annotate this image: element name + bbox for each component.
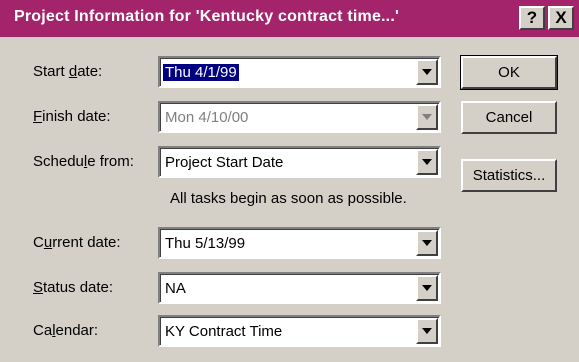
calendar-dropdown-button[interactable] [416,318,438,344]
help-button[interactable]: ? [519,6,545,30]
dialog-title: Project Information for 'Kentucky contra… [14,8,399,25]
chevron-down-icon [422,114,432,120]
finish-date-label: Finish date: [33,108,111,125]
title-bar[interactable]: Project Information for 'Kentucky contra… [0,0,579,37]
statistics-button[interactable]: Statistics... [461,159,557,192]
current-date-value: Thu 5/13/99 [165,235,246,252]
ok-button[interactable]: OK [460,55,558,90]
chevron-down-icon [422,69,432,75]
finish-date-dropdown-button[interactable] [416,104,438,130]
status-date-label: Status date: [33,279,114,296]
current-date-label: Current date: [33,234,121,251]
schedule-from-label: Schedule from: [33,153,134,170]
calendar-combobox[interactable]: KY Contract Time [158,315,441,347]
status-date-value: NA [165,280,186,297]
calendar-value: KY Contract Time [165,323,283,340]
schedule-hint-text: All tasks begin as soon as possible. [170,190,407,207]
status-date-dropdown-button[interactable] [416,275,438,301]
current-date-combobox[interactable]: Thu 5/13/99 [158,227,441,259]
start-date-label-text: Start date: [33,63,103,80]
schedule-from-dropdown-button[interactable] [416,149,438,175]
start-date-dropdown-button[interactable] [416,59,438,85]
start-date-value: Thu 4/1/99 [163,64,239,81]
finish-date-combobox[interactable]: Mon 4/10/00 [158,101,441,133]
project-information-dialog: Project Information for 'Kentucky contra… [0,0,579,362]
chevron-down-icon [422,159,432,165]
cancel-button[interactable]: Cancel [461,101,557,134]
chevron-down-icon [422,240,432,246]
start-date-label: Start date: [33,63,102,80]
calendar-label: Calendar: [33,322,99,339]
start-date-combobox[interactable]: Thu 4/1/99 [158,56,441,88]
schedule-from-combobox[interactable]: Project Start Date [158,146,441,178]
finish-date-value: Mon 4/10/00 [165,109,249,126]
status-date-combobox[interactable]: NA [158,272,441,304]
close-button[interactable]: X [548,6,574,30]
chevron-down-icon [422,328,432,334]
schedule-from-value: Project Start Date [165,154,284,171]
chevron-down-icon [422,285,432,291]
current-date-dropdown-button[interactable] [416,230,438,256]
